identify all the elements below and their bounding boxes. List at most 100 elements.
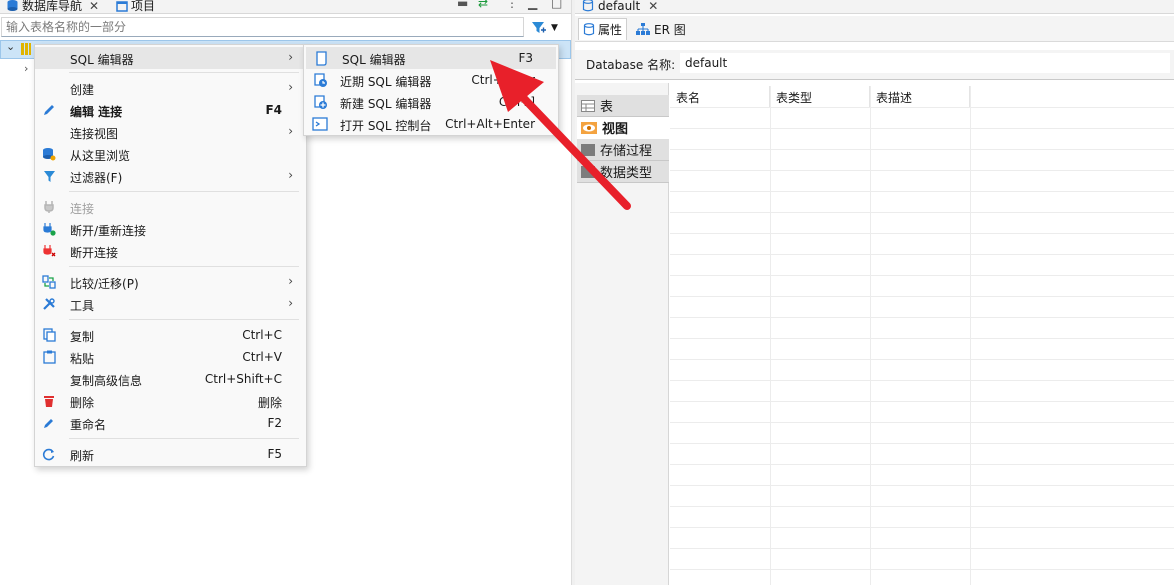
grid-line — [670, 296, 1174, 297]
grid-line — [670, 233, 1174, 234]
menu-item-label: 断开/重新连接 — [70, 224, 147, 238]
menu-item-shortcut: F5 — [267, 447, 282, 461]
menu-item-rename[interactable]: 重命名 F2 — [35, 412, 306, 434]
grid-line — [770, 86, 771, 585]
menu-item-connection-view[interactable]: 连接视图 › — [35, 121, 306, 143]
chevron-right-icon: › — [288, 168, 293, 182]
grid-line — [670, 254, 1174, 255]
console-icon — [312, 117, 328, 131]
filter-options-button[interactable]: ▼ — [531, 19, 567, 37]
filter-icon — [41, 168, 57, 184]
menu-item-label: 从这里浏览 — [70, 149, 131, 163]
submenu-item-sql-editor[interactable]: SQL 编辑器 F3 — [306, 47, 556, 69]
close-icon[interactable]: ✕ — [648, 0, 658, 13]
rename-icon — [41, 415, 57, 431]
copy-icon — [41, 327, 57, 343]
column-header-name[interactable]: 表名 — [670, 86, 770, 108]
compare-icon — [41, 274, 57, 290]
close-icon[interactable]: ✕ — [89, 0, 99, 13]
menu-item-label: 重命名 — [70, 418, 107, 432]
context-menu: SQL 编辑器 › 创建 › 编辑 连接 F4 连接视图 › 从这里浏览 过滤器… — [34, 44, 307, 467]
object-type-label: 数据类型 — [600, 166, 653, 181]
menu-separator — [69, 191, 299, 192]
menu-item-label: 粘贴 — [70, 352, 95, 366]
grid-line — [670, 569, 1174, 570]
menu-item-connect: 连接 — [35, 196, 306, 218]
menu-item-label: 删除 — [70, 396, 95, 410]
link-editor-icon[interactable]: ⇄ — [478, 0, 488, 10]
menu-item-filter[interactable]: 过滤器(F) › — [35, 165, 306, 187]
sql-script-icon — [316, 51, 327, 66]
menu-item-refresh[interactable]: 刷新 F5 — [35, 443, 306, 465]
chevron-right-icon: › — [288, 50, 293, 64]
grid-line — [670, 506, 1174, 507]
object-type-tables[interactable]: 表 — [577, 95, 669, 117]
trash-icon — [41, 393, 57, 409]
tab-properties-label: 属性 — [598, 23, 623, 37]
database-name-field[interactable]: default — [680, 53, 1170, 73]
object-type-label: 视图 — [602, 122, 629, 137]
menu-item-compare-migrate[interactable]: 比较/迁移(P) › — [35, 271, 306, 293]
submenu-item-label: 近期 SQL 编辑器 — [340, 75, 432, 89]
menu-item-shortcut: F2 — [267, 416, 282, 430]
submenu-item-shortcut: Ctrl+Enter — [471, 73, 535, 87]
menu-item-reconnect[interactable]: 断开/重新连接 — [35, 218, 306, 240]
collapse-all-icon[interactable]: ▬ — [457, 0, 468, 10]
object-type-views[interactable]: 视图 — [577, 117, 669, 139]
submenu-item-shortcut: Ctrl+Alt+Enter — [445, 117, 535, 131]
submenu-item-recent-sql-editor[interactable]: 近期 SQL 编辑器 Ctrl+Enter — [304, 69, 558, 91]
er-diagram-icon — [636, 23, 650, 35]
grid-line — [970, 86, 971, 585]
menu-item-sql-editor[interactable]: SQL 编辑器 › — [35, 47, 306, 69]
database-editor-panel: default ✕ 属性 ER 图 Database 名称: default 表… — [575, 0, 1174, 585]
navigator-filter-row: ▼ — [0, 17, 571, 39]
menu-item-tools[interactable]: 工具 › — [35, 293, 306, 315]
grid-line — [670, 548, 1174, 549]
menu-item-create[interactable]: 创建 › — [35, 77, 306, 99]
tab-er-diagram-label: ER 图 — [654, 22, 686, 37]
tree-expand-icon[interactable]: › — [24, 62, 28, 75]
views-table: 表名 表类型 表描述 — [670, 86, 1174, 585]
column-header-type[interactable]: 表类型 — [770, 86, 870, 108]
menu-item-copy[interactable]: 复制 Ctrl+C — [35, 324, 306, 346]
database-name-label: Database 名称: — [586, 58, 676, 72]
grid-line — [670, 485, 1174, 486]
menu-item-delete[interactable]: 删除 删除 — [35, 390, 306, 412]
tab-database-navigator-label: 数据库导航 — [22, 0, 83, 13]
object-type-procedures[interactable]: 存储过程 — [577, 139, 669, 161]
chevron-down-icon: ▼ — [551, 23, 558, 33]
menu-item-edit-connection[interactable]: 编辑 连接 F4 — [35, 99, 306, 121]
tab-er-diagram[interactable]: ER 图 — [631, 18, 690, 40]
tab-default[interactable]: default ✕ — [582, 0, 658, 14]
menu-item-label: 连接视图 — [70, 127, 119, 141]
maximize-icon[interactable]: □ — [551, 0, 562, 10]
pencil-icon — [41, 102, 57, 118]
editor-tabbar: default ✕ — [575, 0, 1174, 14]
object-type-label: 存储过程 — [600, 144, 653, 159]
tab-database-navigator[interactable]: 数据库导航 ✕ — [6, 0, 99, 14]
grid-line — [670, 275, 1174, 276]
menu-item-browse-from-here[interactable]: 从这里浏览 — [35, 143, 306, 165]
column-header-description[interactable]: 表描述 — [870, 86, 970, 108]
chevron-right-icon: › — [288, 274, 293, 288]
database-name-row: Database 名称: default — [575, 50, 1174, 80]
grid-line — [670, 359, 1174, 360]
minimize-icon[interactable]: ▁ — [528, 0, 537, 10]
menu-item-disconnect[interactable]: 断开连接 — [35, 240, 306, 262]
menu-item-copy-advanced[interactable]: 复制高级信息 Ctrl+Shift+C — [35, 368, 306, 390]
object-type-data-types[interactable]: 数据类型 — [577, 161, 669, 183]
filter-icon — [532, 22, 546, 33]
menu-item-label: 比较/迁移(P) — [70, 277, 139, 291]
view-menu-icon[interactable]: ⋮ — [506, 0, 518, 10]
menu-item-paste[interactable]: 粘贴 Ctrl+V — [35, 346, 306, 368]
menu-item-label: SQL 编辑器 — [70, 53, 134, 67]
editor-subtabs: 属性 ER 图 — [575, 16, 1174, 42]
menu-separator — [69, 438, 299, 439]
tab-projects[interactable]: 项目 — [116, 0, 155, 14]
tree-expand-icon[interactable]: ⌄ — [6, 40, 15, 53]
submenu-item-open-sql-console[interactable]: 打开 SQL 控制台 Ctrl+Alt+Enter — [304, 113, 558, 135]
submenu-item-new-sql-editor[interactable]: 新建 SQL 编辑器 Ctrl+] — [304, 91, 558, 113]
reconnect-icon — [41, 221, 57, 237]
table-filter-input[interactable] — [1, 17, 524, 37]
tab-properties[interactable]: 属性 — [578, 18, 628, 40]
